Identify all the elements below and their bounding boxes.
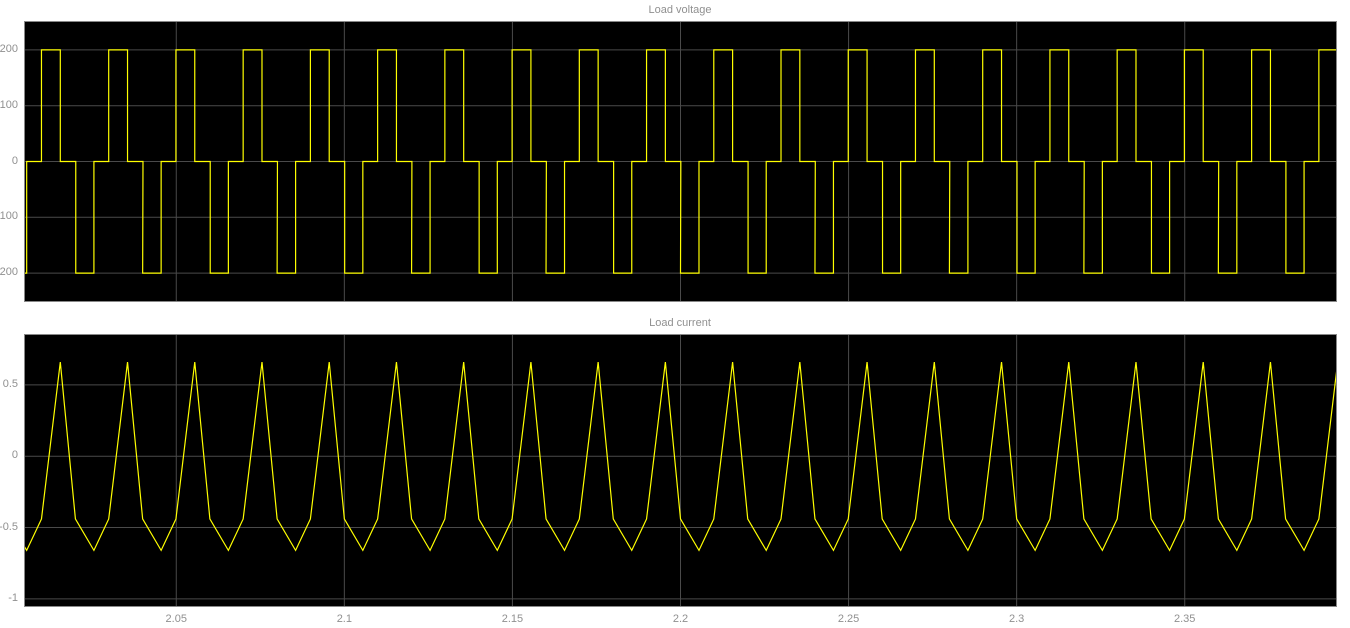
voltage-axes	[24, 21, 1337, 302]
voltage-title: Load voltage	[648, 4, 712, 16]
current-ytick-label: -1	[8, 591, 18, 604]
x-tick-label: 2.25	[837, 613, 860, 625]
x-tick-label: 2.1	[336, 613, 352, 625]
current-ytick-label: 0.5	[2, 377, 18, 390]
current-axes	[24, 334, 1337, 607]
voltage-plot	[25, 22, 1336, 301]
voltage-ytick-label: 200	[0, 42, 18, 55]
x-tick-label: 2.2	[672, 613, 689, 625]
x-tick-label: 2.3	[1008, 613, 1025, 625]
x-tick-label: 2.15	[501, 613, 524, 625]
voltage-ytick-label: 0	[11, 154, 18, 167]
current-ytick-label: 0	[11, 449, 18, 462]
current-plot	[25, 335, 1336, 606]
voltage-ytick-label: -200	[0, 266, 18, 279]
x-tick-label: 2.35	[1174, 613, 1196, 625]
current-title: Load current	[649, 317, 711, 329]
voltage-ytick-label: 100	[0, 98, 18, 111]
voltage-ytick-label: -100	[0, 210, 18, 223]
x-tick-label: 2.05	[165, 613, 187, 625]
current-ytick-label: -0.5	[0, 520, 18, 533]
